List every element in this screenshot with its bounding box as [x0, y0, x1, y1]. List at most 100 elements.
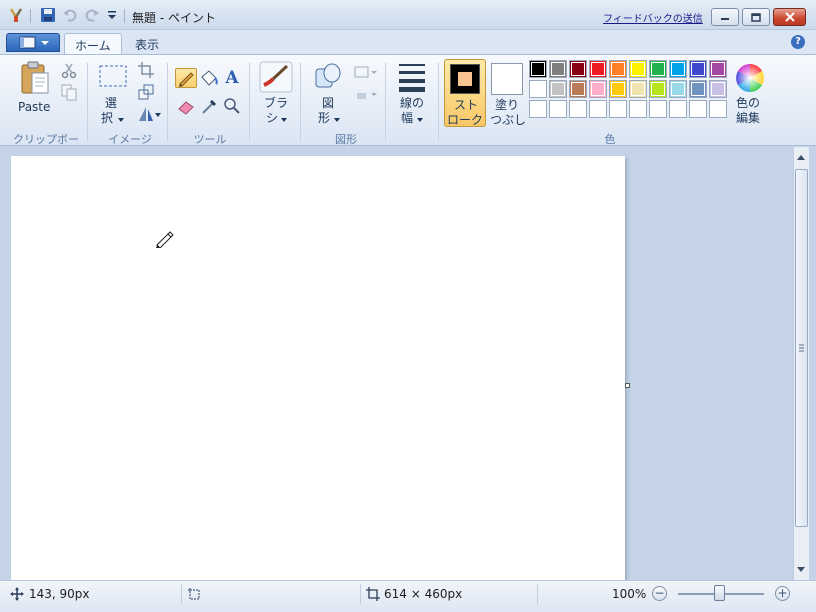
status-separator — [360, 584, 361, 604]
color-picker-tool[interactable] — [198, 96, 220, 116]
scroll-down-arrow-icon[interactable] — [797, 567, 805, 572]
shapes-button[interactable]: 図 形 — [308, 61, 348, 129]
eraser-tool[interactable] — [175, 96, 197, 116]
status-separator — [181, 584, 182, 604]
palette-swatch[interactable] — [549, 80, 567, 98]
vertical-scrollbar[interactable] — [793, 147, 809, 580]
zoom-slider-thumb[interactable] — [714, 585, 725, 601]
maximize-icon — [751, 12, 761, 22]
cut-icon[interactable] — [60, 61, 78, 79]
palette-swatch[interactable] — [649, 60, 667, 78]
window-title: 無題 - ペイント — [132, 11, 216, 25]
text-tool[interactable]: A — [221, 68, 243, 88]
zoom-out-button[interactable]: − — [652, 586, 667, 601]
select-label-2: 択 — [101, 111, 114, 125]
shapes-group-label: 図形 — [335, 133, 357, 146]
cursor-position-icon — [10, 587, 24, 601]
scroll-up-arrow-icon[interactable] — [797, 155, 805, 160]
save-icon[interactable] — [40, 7, 56, 23]
brushes-dropdown-icon — [281, 118, 287, 122]
eraser-icon — [178, 101, 194, 115]
stroke-color-button[interactable]: スト ローク — [444, 59, 486, 127]
palette-swatch[interactable] — [629, 80, 647, 98]
palette-swatch[interactable] — [589, 60, 607, 78]
shape-fill-dropdown-icon[interactable] — [354, 85, 378, 103]
palette-swatch[interactable] — [609, 100, 627, 118]
scrollbar-thumb[interactable] — [795, 169, 808, 527]
copy-icon[interactable] — [60, 83, 78, 101]
palette-swatch[interactable] — [549, 100, 567, 118]
outline-dropdown-icon[interactable] — [354, 63, 378, 81]
stroke-color-swatch — [450, 64, 480, 94]
palette-swatch[interactable] — [569, 100, 587, 118]
canvas-size-icon — [366, 587, 380, 601]
maximize-button[interactable] — [742, 8, 770, 26]
pencil-icon — [179, 72, 194, 87]
edit-colors-button[interactable]: 色の 編集 — [733, 61, 767, 129]
paint-app-icon[interactable] — [8, 7, 24, 23]
pencil-tool[interactable] — [175, 68, 197, 88]
tab-view[interactable]: 表示 — [125, 33, 169, 54]
paste-label: Paste — [18, 100, 51, 114]
paste-button[interactable]: Paste — [14, 59, 56, 129]
qat-separator — [30, 9, 31, 23]
stroke-color-inner — [458, 72, 472, 86]
fill-tool[interactable] — [198, 68, 220, 88]
palette-swatch[interactable] — [689, 80, 707, 98]
close-button[interactable] — [773, 8, 806, 26]
palette-swatch[interactable] — [629, 60, 647, 78]
shapes-dropdown-icon — [334, 118, 340, 122]
selection-size-icon — [188, 588, 200, 600]
resize-icon[interactable] — [137, 83, 155, 101]
palette-swatch[interactable] — [549, 60, 567, 78]
palette-swatch[interactable] — [689, 60, 707, 78]
fill-color-button[interactable]: 塗り つぶし — [489, 59, 526, 127]
palette-swatch[interactable] — [669, 80, 687, 98]
undo-icon[interactable] — [62, 7, 78, 23]
group-separator — [167, 63, 168, 141]
palette-swatch[interactable] — [529, 100, 547, 118]
size-button[interactable]: 線の 幅 — [392, 61, 432, 129]
palette-swatch[interactable] — [709, 60, 727, 78]
palette-swatch[interactable] — [689, 100, 707, 118]
palette-swatch[interactable] — [569, 60, 587, 78]
paint-menu-button[interactable] — [6, 33, 60, 52]
palette-swatch[interactable] — [669, 60, 687, 78]
palette-swatch[interactable] — [649, 80, 667, 98]
zoom-in-button[interactable]: + — [775, 586, 790, 601]
qat-customize-chevron-icon[interactable] — [104, 7, 120, 23]
select-button[interactable]: 選 択 — [96, 61, 130, 129]
rotate-icon[interactable] — [137, 105, 161, 123]
feedback-link[interactable]: フィードバックの送信 — [603, 10, 703, 25]
cursor-position: 143, 90px — [29, 587, 90, 601]
brush-icon — [259, 61, 293, 93]
tab-home[interactable]: ホーム — [64, 33, 122, 54]
palette-swatch[interactable] — [609, 60, 627, 78]
stroke-label-2: ローク — [447, 113, 484, 127]
palette-swatch[interactable] — [649, 100, 667, 118]
magnifier-tool[interactable] — [221, 96, 243, 116]
edit-colors-label-2: 編集 — [736, 111, 761, 125]
palette-swatch[interactable] — [589, 100, 607, 118]
paste-clipboard-icon — [21, 61, 49, 94]
palette-swatch[interactable] — [529, 60, 547, 78]
redo-icon[interactable] — [84, 7, 100, 23]
minimize-button[interactable] — [711, 8, 739, 26]
magnifier-icon — [224, 98, 240, 114]
canvas-resize-handle[interactable] — [625, 383, 630, 388]
image-group-label: イメージ — [108, 133, 152, 146]
palette-swatch[interactable] — [629, 100, 647, 118]
palette-swatch[interactable] — [709, 100, 727, 118]
palette-swatch[interactable] — [669, 100, 687, 118]
palette-swatch[interactable] — [589, 80, 607, 98]
crop-icon[interactable] — [137, 61, 155, 79]
group-separator — [249, 63, 250, 141]
drawing-canvas[interactable] — [11, 156, 625, 580]
palette-swatch[interactable] — [709, 80, 727, 98]
palette-swatch[interactable] — [569, 80, 587, 98]
brushes-button[interactable]: ブラ シ — [256, 61, 296, 129]
palette-swatch[interactable] — [529, 80, 547, 98]
palette-swatch[interactable] — [609, 80, 627, 98]
help-icon[interactable]: ? — [791, 35, 805, 49]
fill-bucket-icon — [201, 70, 218, 86]
